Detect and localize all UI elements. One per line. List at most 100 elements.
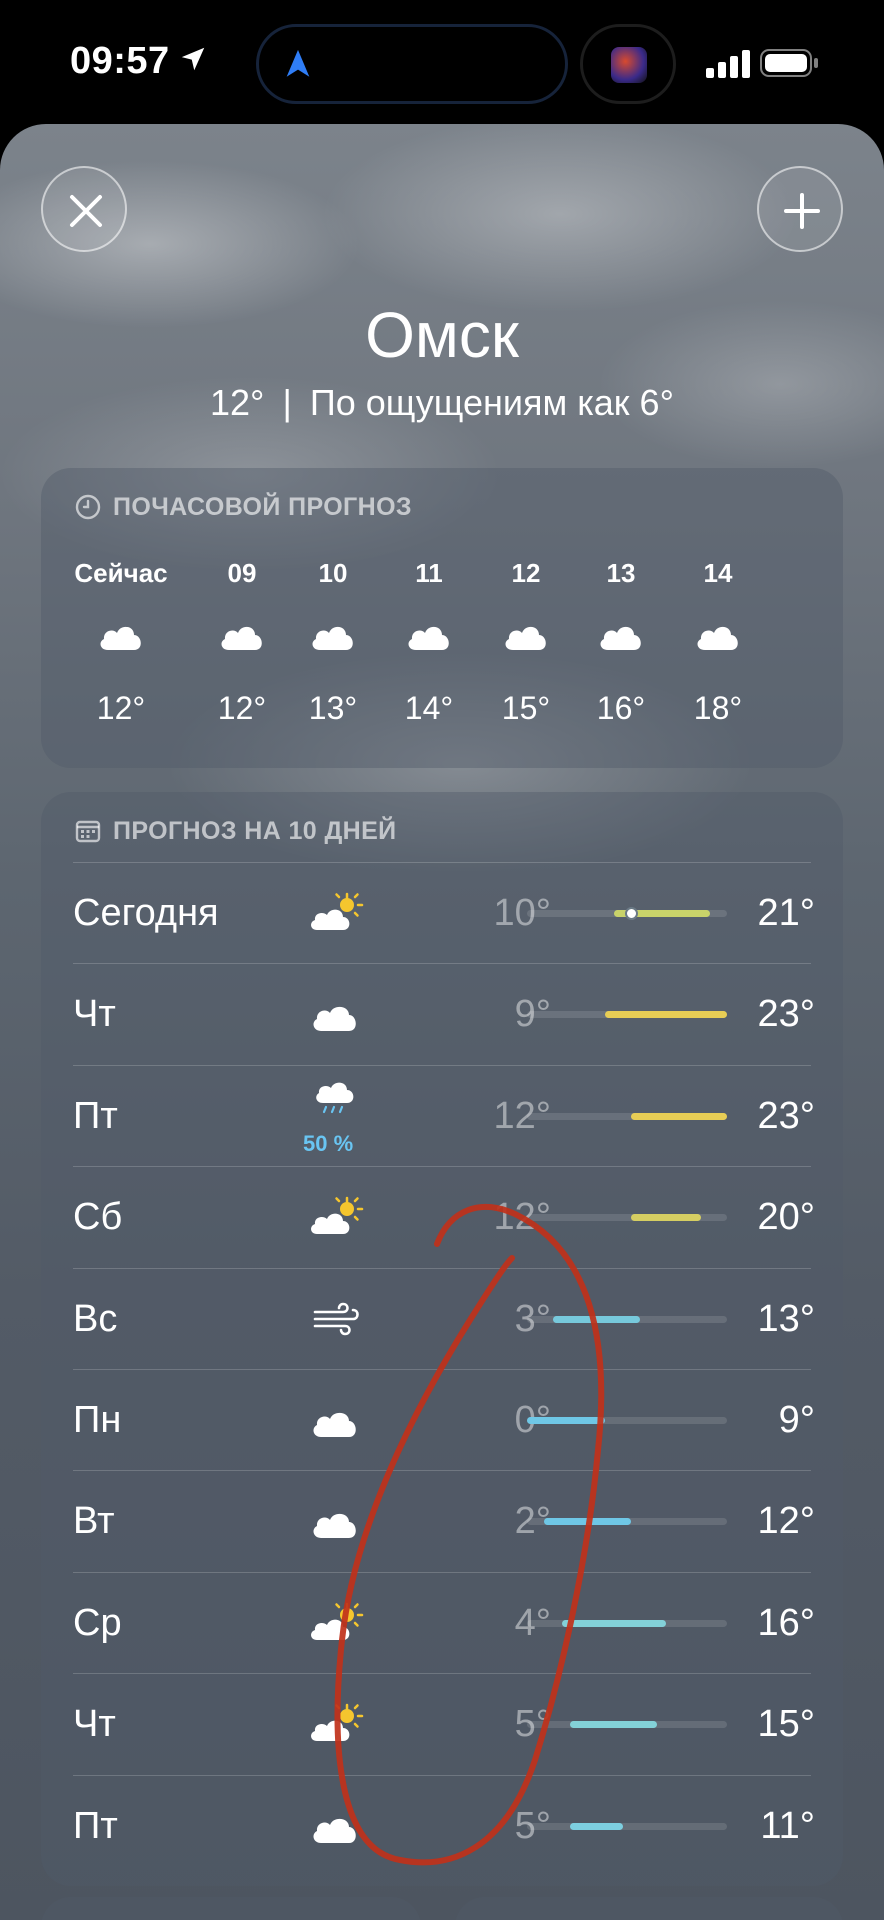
low-temp-cell: 0°	[321, 1399, 551, 1442]
hour-time: 14	[703, 558, 733, 588]
high-temp: 21°	[757, 892, 815, 934]
day-name: Вт	[73, 1500, 115, 1543]
temperature-range-fill	[570, 1721, 658, 1729]
cloud-icon	[697, 626, 738, 650]
temperature-range-fill	[561, 1619, 667, 1627]
daily-header-label: ПРОГНОЗ НА 10 ДНЕЙ	[113, 816, 397, 845]
app-icon	[611, 47, 647, 83]
hour-temp: 15°	[501, 690, 551, 726]
temperature-range-bar	[527, 1619, 727, 1627]
high-temp: 23°	[757, 1094, 815, 1137]
temperature-range-fill	[605, 1011, 727, 1019]
high-temp: 15°	[757, 1703, 815, 1746]
location-arrow-icon	[181, 47, 205, 71]
day-row[interactable]: Чт 9° 23°	[41, 963, 843, 1064]
temperature-range-fill	[544, 1518, 632, 1526]
day-name: Пт	[73, 1804, 118, 1847]
low-temp-cell: 2°	[321, 1500, 551, 1543]
hour-time: Сейчас	[74, 558, 168, 588]
dynamic-island[interactable]	[256, 24, 568, 104]
temperature-range-bar	[527, 1214, 727, 1222]
high-temp: 9°	[778, 1399, 815, 1441]
current-conditions: 12° | По ощущениям как 6°	[0, 382, 884, 424]
low-temp: 3°	[514, 1297, 551, 1340]
day-name: Чт	[73, 1703, 116, 1746]
hour-temp: 12°	[96, 690, 146, 726]
temperature-range-fill	[631, 1112, 727, 1120]
low-temp: 12°	[493, 1094, 551, 1137]
low-temp: 10°	[493, 892, 551, 934]
bottom-card-left[interactable]	[41, 1897, 421, 1920]
day-row[interactable]: Вт 2° 12°	[41, 1470, 843, 1571]
separator: |	[282, 382, 292, 423]
cloud-icon	[312, 626, 353, 650]
temperature-range-bar	[527, 1721, 727, 1729]
temperature-range-bar	[527, 907, 727, 920]
hour-item: 11 14°	[374, 468, 484, 768]
day-name: Сб	[73, 1196, 123, 1239]
day-row[interactable]: Сегодня 10° 21°	[41, 862, 843, 963]
low-temp-cell: 9°	[321, 993, 551, 1036]
low-temp-cell: 5°	[321, 1703, 551, 1746]
low-temp-cell: 3°	[321, 1298, 551, 1341]
hour-time: 11	[415, 558, 443, 588]
status-bar: 09:57	[0, 0, 884, 124]
low-temp-cell: 12°	[321, 1095, 551, 1138]
temperature-range-fill	[553, 1315, 641, 1323]
low-temp: 5°	[514, 1804, 551, 1847]
live-activity-pill[interactable]	[580, 24, 676, 104]
hour-item: 12 15°	[471, 468, 581, 768]
close-button[interactable]	[41, 166, 127, 252]
temperature-range-bar	[527, 1011, 727, 1019]
hour-item: 14 18°	[663, 468, 773, 768]
hour-temp: 18°	[693, 690, 743, 726]
navigation-arrow-icon	[286, 49, 310, 77]
low-temp: 0°	[514, 1399, 551, 1441]
hourly-forecast-card[interactable]: ПОЧАСОВОЙ ПРОГНОЗ Сейчас 12° 09 12° 10 13° 11 1…	[41, 468, 843, 768]
hour-temp: 16°	[596, 690, 646, 726]
temperature-range-fill	[570, 1822, 623, 1830]
hour-item: 10 13°	[278, 468, 388, 768]
cloud-icon	[221, 626, 262, 650]
cloud-icon	[505, 626, 546, 650]
day-row[interactable]: Сб 12° 20°	[41, 1166, 843, 1267]
status-time: 09:57	[70, 40, 170, 82]
low-temp-cell: 5°	[321, 1805, 551, 1848]
close-icon	[70, 195, 102, 227]
daily-header: ПРОГНОЗ НА 10 ДНЕЙ	[75, 814, 397, 848]
day-name: Ср	[73, 1601, 122, 1644]
temperature-range-bar	[527, 1518, 727, 1526]
high-temp: 12°	[757, 1500, 815, 1543]
current-temp-dot	[625, 907, 639, 920]
day-row[interactable]: Пн 0° 9°	[41, 1369, 843, 1470]
cloud-icon	[100, 626, 141, 650]
low-temp: 2°	[514, 1500, 551, 1543]
low-temp: 9°	[514, 993, 551, 1036]
battery-icon	[760, 49, 818, 77]
weather-sheet: Омск 12° | По ощущениям как 6° ПОЧАСОВОЙ П…	[0, 124, 884, 1920]
cloud-icon	[600, 626, 641, 650]
day-name: Пн	[73, 1399, 122, 1441]
day-row[interactable]: Пт 50 % 12° 23°	[41, 1065, 843, 1166]
day-row[interactable]: Пт 5° 11°	[41, 1775, 843, 1876]
bottom-card-right[interactable]	[455, 1897, 843, 1920]
high-temp: 16°	[757, 1601, 815, 1644]
day-row[interactable]: Ср 4° 16°	[41, 1572, 843, 1673]
day-row[interactable]: Вс 3° 13°	[41, 1268, 843, 1369]
low-temp-cell: 12°	[321, 1196, 551, 1239]
temperature-range-bar	[527, 1417, 727, 1424]
daily-forecast-card[interactable]: ПРОГНОЗ НА 10 ДНЕЙ Сегодня 10° 21° Чт 9° 23° П…	[41, 792, 843, 1886]
day-name: Сегодня	[73, 892, 219, 934]
add-button[interactable]	[757, 166, 843, 252]
high-temp: 13°	[757, 1297, 815, 1340]
hour-temp: 14°	[404, 690, 454, 726]
hour-item: Сейчас 12°	[66, 468, 176, 768]
day-name: Чт	[73, 993, 116, 1036]
hour-time: 10	[318, 558, 348, 588]
low-temp: 4°	[514, 1601, 551, 1644]
day-name: Пт	[73, 1094, 118, 1137]
hour-temp: 13°	[308, 690, 358, 726]
day-row[interactable]: Чт 5° 15°	[41, 1673, 843, 1774]
hour-time: 12	[511, 558, 541, 588]
calendar-icon	[75, 820, 101, 843]
